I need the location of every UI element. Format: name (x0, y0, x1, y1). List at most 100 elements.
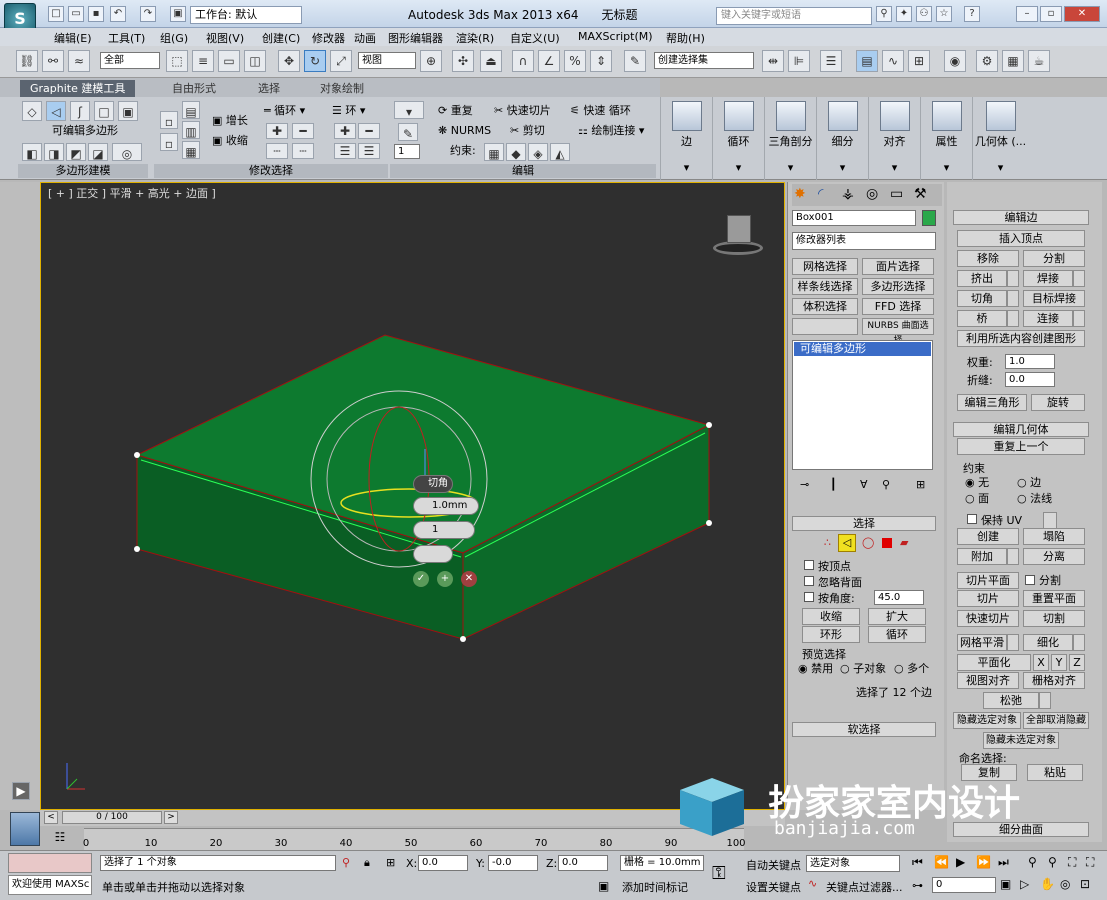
stack-icon-4[interactable]: ◪ (88, 143, 108, 161)
track-bar[interactable]: 0 10 20 30 40 50 60 70 80 90 100 (83, 828, 746, 850)
make-unique-icon[interactable]: ∀ (860, 478, 868, 491)
track-bar-toggle-icon[interactable]: ☷ (48, 830, 72, 850)
ring-grow-icon[interactable]: ✚ (334, 123, 356, 139)
relax-button[interactable]: 松弛 (983, 692, 1039, 709)
prev-frame-icon[interactable]: < (44, 811, 58, 824)
menu-create[interactable]: 创建(C) (262, 30, 300, 46)
big-properties-button[interactable]: 属性 ▾ (920, 97, 972, 180)
tab-selection[interactable]: 选择 (248, 80, 290, 97)
group-poly-modeling[interactable]: 多边形建模 (18, 164, 148, 178)
object-name-field[interactable]: Box001 (792, 210, 916, 226)
chamfer-button[interactable]: 切角 (957, 290, 1007, 307)
orbit-icon[interactable]: ◎ (1060, 877, 1070, 891)
lock-selection-icon[interactable]: 🔒︎ (364, 856, 370, 870)
constraint-normal-radio[interactable]: ○ 法线 (1017, 490, 1052, 506)
align-icon[interactable]: ⊫ (788, 50, 810, 72)
key-mode-icon[interactable]: ⊶ (912, 879, 923, 892)
patch-select-button[interactable]: 面片选择 (862, 258, 934, 275)
goto-start-icon[interactable]: ⏮ (912, 855, 923, 870)
drawconn-button[interactable]: ⚏ 绘制连接 ▾ (578, 123, 644, 139)
attach-settings-icon[interactable] (1007, 548, 1019, 565)
ffd-select-button[interactable]: FFD 选择 (862, 298, 934, 315)
group-modify-selection[interactable]: 修改选择 (154, 164, 388, 178)
create-button[interactable]: 创建 (957, 528, 1019, 545)
big-geometry-button[interactable]: 几何体 (... ▾ (972, 97, 1028, 180)
planar-z-button[interactable]: Z (1069, 654, 1085, 671)
auto-key-button[interactable]: 自动关键点 (746, 857, 801, 873)
border-level-icon[interactable]: ◯ (862, 536, 874, 549)
poly-select-button[interactable]: 多边形选择 (862, 278, 934, 295)
preserve-uv-checkbox[interactable] (967, 514, 977, 524)
time-config-icon[interactable]: ▣ (1000, 877, 1011, 891)
quickslice-button[interactable]: ✂ 快速切片 (494, 103, 551, 119)
poly-modeling-icon-4[interactable]: □ (94, 101, 114, 121)
stack-icon-2[interactable]: ◨ (44, 143, 64, 161)
stack-item-editable-poly[interactable]: 可编辑多边形 (794, 342, 931, 356)
open-file-icon[interactable]: ▭ (68, 6, 84, 22)
menu-group[interactable]: 组(G) (160, 30, 188, 46)
ok-check-icon[interactable]: ✓ (413, 571, 429, 587)
schematic-view-icon[interactable]: ⊞ (908, 50, 930, 72)
element-level-icon[interactable]: ▰ (900, 536, 908, 549)
next-frame-icon[interactable]: > (164, 811, 178, 824)
create-shape-button[interactable]: 利用所选内容创建图形 (957, 330, 1085, 347)
mesh-select-button[interactable]: 网格选择 (792, 258, 858, 275)
stack-icon-3[interactable]: ◩ (66, 143, 86, 161)
edit-geometry-rollout[interactable]: 编辑几何体 (953, 422, 1089, 437)
hide-selected-button[interactable]: 隐藏选定对象 (953, 712, 1021, 729)
mini-listener-icon[interactable] (10, 812, 40, 846)
edit-spinner[interactable]: 1 (394, 144, 420, 159)
maximize-icon[interactable]: ▫ (1040, 6, 1062, 22)
next-key-icon[interactable]: ⏩ (976, 855, 991, 869)
edit-icon-b[interactable]: ✎ (398, 123, 418, 141)
zoom-extents-all-icon[interactable]: ⛶ (1086, 855, 1094, 870)
graphite-toggle-icon[interactable]: ▤ (856, 50, 878, 72)
select-object-icon[interactable]: ⬚ (166, 50, 188, 72)
remove-modifier-icon[interactable]: ⚲ (882, 478, 890, 491)
ring-sel-button[interactable]: 环形 (802, 626, 860, 643)
constraint-edge-icon[interactable]: ◆ (506, 143, 526, 161)
poly-modeling-icon-3[interactable]: ʃ (70, 101, 90, 121)
nurbs-select-button[interactable]: NURBS 曲面选择 (862, 318, 934, 346)
planarize-button[interactable]: 平面化 (957, 654, 1031, 671)
undo-icon[interactable]: ↶ (110, 6, 126, 22)
loop-button[interactable]: ═ 循环 ▾ (264, 103, 305, 119)
remove-button[interactable]: 移除 (957, 250, 1019, 267)
redo-icon[interactable]: ↷ (140, 6, 156, 22)
quickloop-button[interactable]: ⚟ 快速 循环 (570, 103, 631, 119)
workspace-dropdown[interactable]: 工作台: 默认 (190, 6, 302, 24)
group-edit[interactable]: 编辑 (390, 164, 656, 178)
constraint-edge-radio[interactable]: ○ 边 (1017, 474, 1041, 490)
fov-icon[interactable]: ▷ (1020, 877, 1029, 891)
insert-vertex-button[interactable]: 插入顶点 (957, 230, 1085, 247)
project-folder-icon[interactable]: ▣ (170, 6, 186, 22)
unhide-all-button[interactable]: 全部取消隐藏 (1023, 712, 1089, 729)
by-vertex-checkbox[interactable] (804, 560, 814, 570)
pin-stack-icon[interactable]: ⊸ (800, 478, 809, 491)
render-teapot-icon[interactable]: ☕ (1028, 50, 1050, 72)
set-key-button[interactable]: 设置关键点 (746, 879, 801, 895)
ring-mode-icon[interactable]: ☰ (334, 143, 356, 159)
soft-selection-rollout[interactable]: 软选择 (792, 722, 936, 737)
mirror-icon[interactable]: ⇹ (762, 50, 784, 72)
tools-icon[interactable]: ✦ (896, 6, 912, 22)
big-triangulate-button[interactable]: 三角剖分 ▾ (764, 97, 816, 180)
render-setup-icon[interactable]: ⚙ (976, 50, 998, 72)
by-angle-checkbox[interactable] (804, 592, 814, 602)
window-crossing-icon[interactable]: ◫ (244, 50, 266, 72)
help-search-input[interactable]: 键入关键字或短语 (716, 7, 872, 25)
edit-edges-rollout[interactable]: 编辑边 (953, 210, 1089, 225)
ref-coord-dropdown[interactable]: 视图 (358, 52, 416, 69)
ring-mode2-icon[interactable]: ☰ (358, 143, 380, 159)
pivot-center-icon[interactable]: ⊕ (420, 50, 442, 72)
show-end-icon[interactable]: ┃ (830, 478, 837, 491)
constraint-face-radio[interactable]: ○ 面 (965, 490, 989, 506)
poly-modeling-icon-5[interactable]: ▣ (118, 101, 138, 121)
cancel-x-icon[interactable]: ✕ (461, 571, 477, 587)
meshsmooth-settings-icon[interactable] (1007, 634, 1019, 651)
account-icon[interactable]: ⚇ (916, 6, 932, 22)
edit-icon-a[interactable]: ▾ (394, 101, 424, 119)
planar-y-button[interactable]: Y (1051, 654, 1067, 671)
split-button[interactable]: 分割 (1023, 250, 1085, 267)
maxscript-listener-input[interactable]: 欢迎使用 MAXSc (8, 875, 92, 895)
